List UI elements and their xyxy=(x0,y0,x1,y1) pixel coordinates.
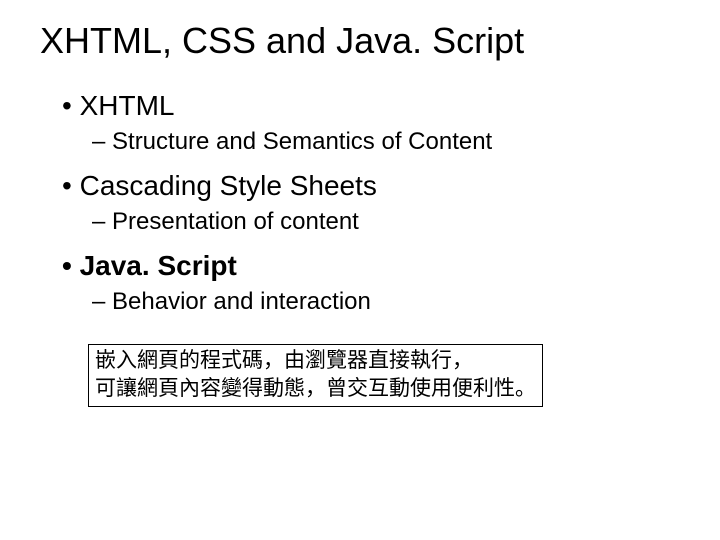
slide: XHTML, CSS and Java. Script XHTML Struct… xyxy=(0,0,720,407)
bullet-list: XHTML Structure and Semantics of Content… xyxy=(40,90,680,316)
bullet-label: XHTML xyxy=(80,90,175,121)
slide-title: XHTML, CSS and Java. Script xyxy=(40,20,680,62)
note-line-1: 嵌入網頁的程式碼，由瀏覽器直接執行， xyxy=(95,349,473,372)
bullet-javascript: Java. Script Behavior and interaction xyxy=(62,250,680,316)
sub-bullet: Structure and Semantics of Content xyxy=(92,128,680,156)
bullet-xhtml: XHTML Structure and Semantics of Content xyxy=(62,90,680,156)
bullet-css: Cascading Style Sheets Presentation of c… xyxy=(62,170,680,236)
note-box: 嵌入網頁的程式碼，由瀏覽器直接執行， 可讓網頁內容變得動態，曾交互動使用便利性。 xyxy=(88,344,543,407)
sub-bullet: Behavior and interaction xyxy=(92,288,680,316)
bullet-label: Cascading Style Sheets xyxy=(80,170,377,201)
sub-bullet: Presentation of content xyxy=(92,208,680,236)
note-line-2: 可讓網頁內容變得動態，曾交互動使用便利性。 xyxy=(95,377,536,400)
bullet-label: Java. Script xyxy=(80,250,237,281)
